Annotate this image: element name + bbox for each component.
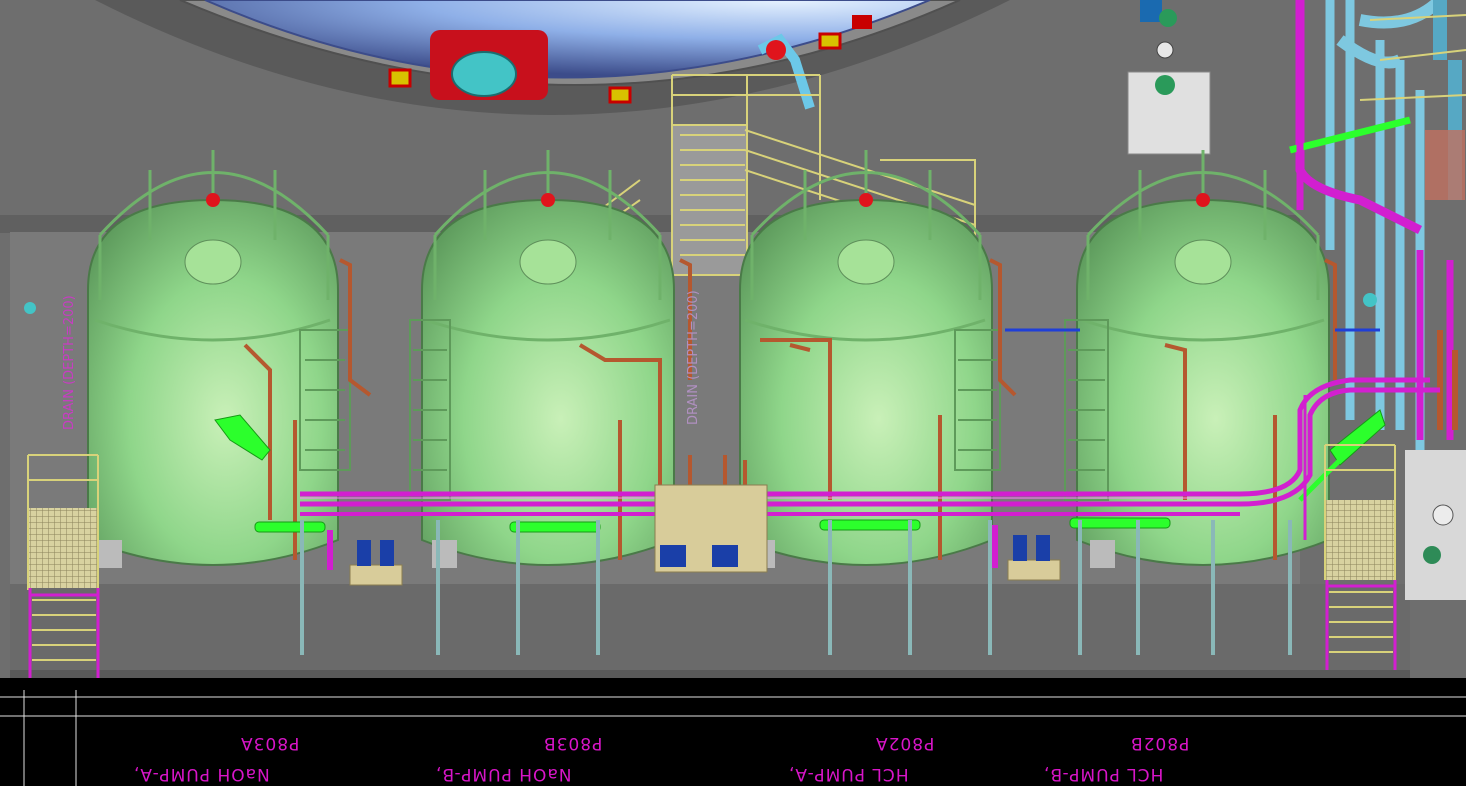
tank-tag-label: P803B [543,733,603,753]
pump-skid-central [654,484,768,573]
tank-tag-label: P803A [240,733,300,753]
tank-tag-label: P802B [1130,733,1190,753]
tank-name-label: NaOH PUMP-B, [435,764,572,784]
equipment-label-area: P803A NaOH PUMP-A, P803B NaOH PUMP-B, P8… [0,680,1466,786]
plant-3d-model-view [0,0,1466,786]
drain-label: DRAIN (DEPTH=200) [686,290,701,425]
tank-name-label: HCL PUMP-A, [788,764,909,784]
tank-name-label: HCL PUMP-B, [1043,764,1164,784]
tank-name-label: NaOH PUMP-A, [133,764,270,784]
tank-tag-label: P802A [875,733,935,753]
drain-label: DRAIN (DEPTH=200) [62,295,77,430]
